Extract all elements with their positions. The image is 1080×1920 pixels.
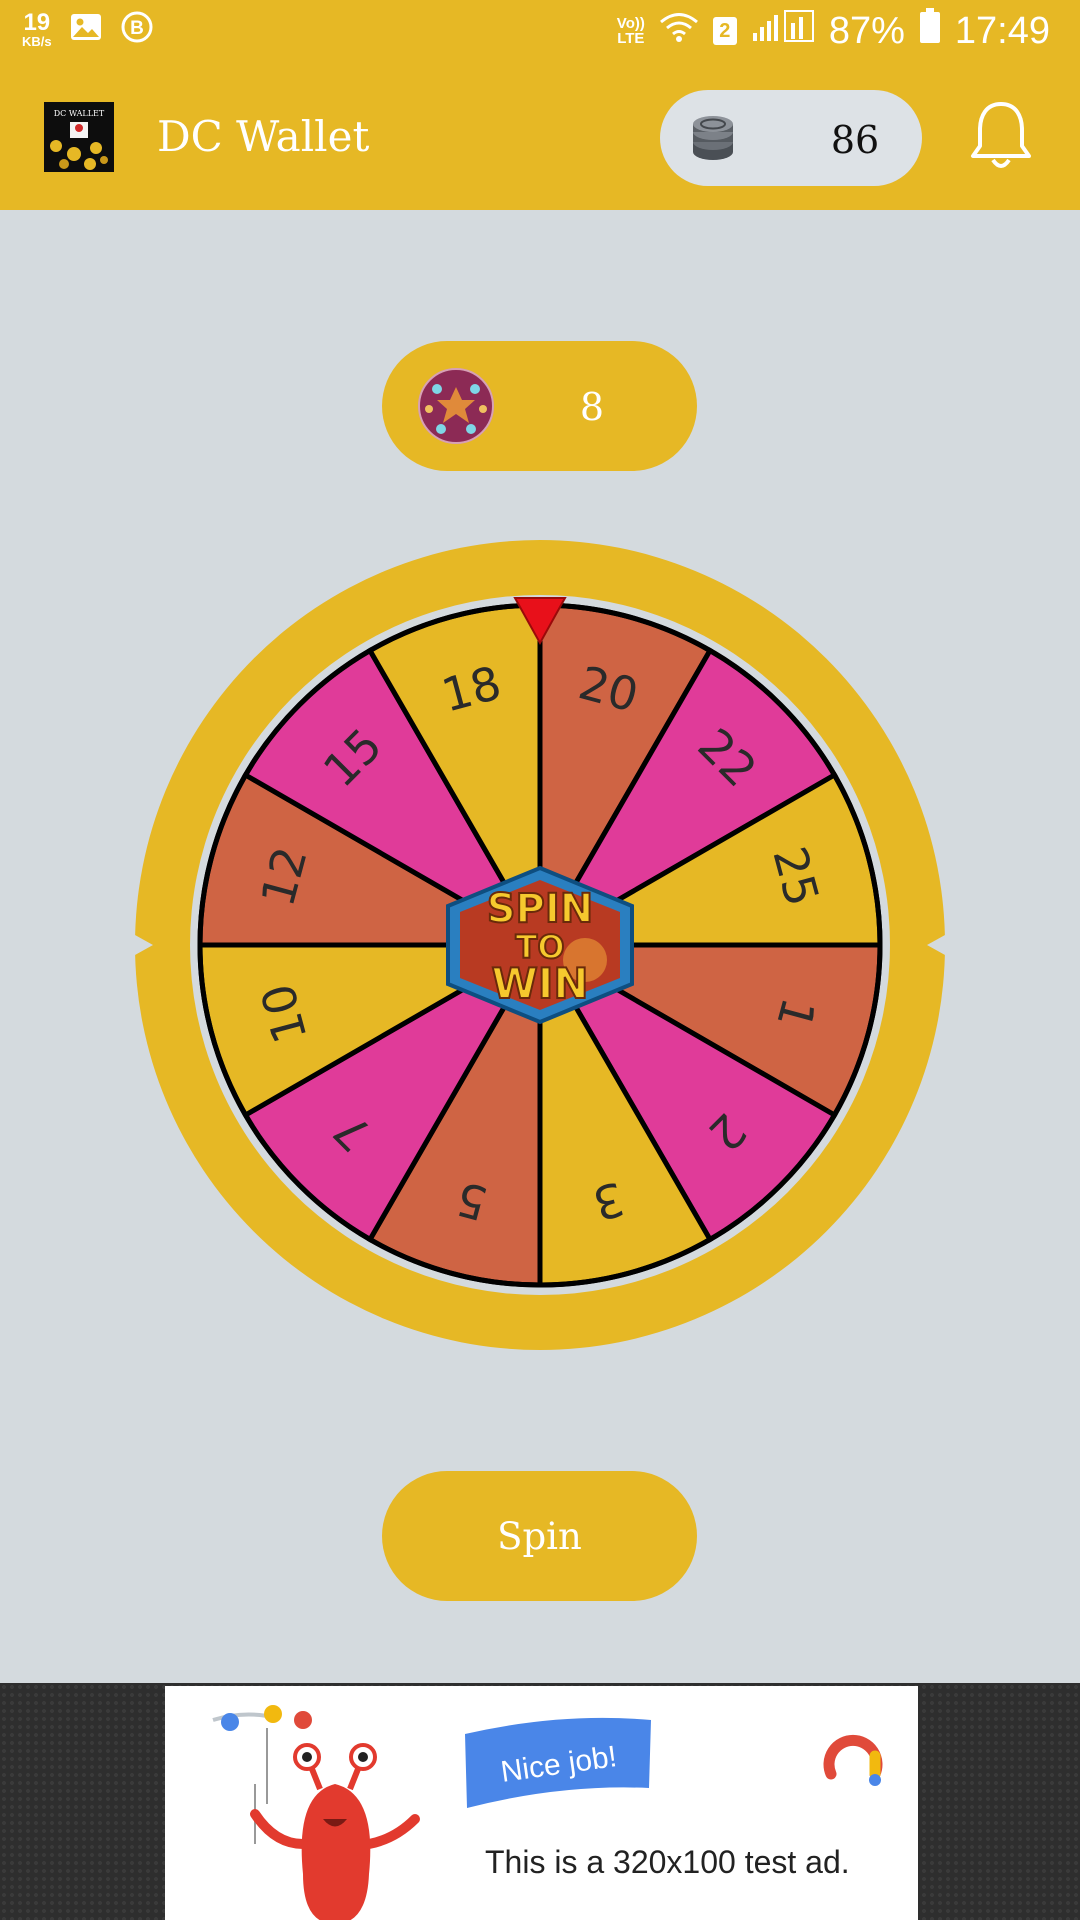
prize-wheel[interactable]: 20 22 25 1 2 3 5 7 10 12 15 18 SPIN TO WIN [135, 540, 945, 1350]
logo-text: DC WALLET [54, 109, 105, 118]
gallery-icon [70, 13, 102, 46]
speed-value: 19 [23, 9, 51, 36]
speed-unit: KB/s [22, 34, 52, 49]
signal-icon [751, 9, 815, 53]
spins-remaining: 8 [382, 341, 697, 471]
spin-button[interactable]: Spin [382, 1471, 697, 1601]
wheel-graphic: 2022251235710121518 SPIN TO WIN [135, 540, 945, 1350]
monster-mascot-icon [185, 1694, 425, 1920]
b-badge-icon: B [120, 10, 154, 49]
volte-icon: Vo)) LTE [616, 15, 645, 47]
app-logo[interactable]: DC WALLET [44, 102, 114, 172]
coin-balance[interactable]: 86 [660, 90, 922, 186]
battery-icon [919, 8, 941, 54]
network-speed: 19 KB/s [22, 9, 52, 49]
status-bar: 19 KB/s B Vo)) LTE 2 87% 17:49 [0, 0, 1080, 62]
badge-line-1: SPIN [487, 886, 593, 932]
badge-line-3: WIN [491, 959, 588, 1008]
spins-count: 8 [579, 385, 605, 429]
svg-text:B: B [130, 18, 144, 39]
app-bar: DC WALLET DC Wallet 86 [0, 62, 1080, 210]
clock: 17:49 [954, 9, 1050, 52]
wifi-icon [659, 10, 699, 53]
spin-ball-icon [417, 367, 495, 450]
ad-banner[interactable]: Nice job! This is a 320x100 test ad. [165, 1686, 918, 1920]
coin-count: 86 [830, 118, 880, 162]
ad-text: This is a 320x100 test ad. [485, 1844, 850, 1880]
status-right: Vo)) LTE 2 87% 17:49 [617, 8, 1050, 54]
battery-percent: 87% [828, 9, 905, 52]
app-title: DC Wallet [157, 112, 370, 161]
coins-icon [690, 114, 736, 167]
ad-logo-icon [821, 1724, 887, 1795]
nice-job-badge: Nice job! [461, 1716, 661, 1821]
sim-indicator: 2 [712, 17, 737, 45]
spin-button-label: Spin [497, 1514, 582, 1558]
status-left: 19 KB/s B [22, 10, 154, 49]
notification-bell-icon[interactable] [968, 98, 1034, 179]
